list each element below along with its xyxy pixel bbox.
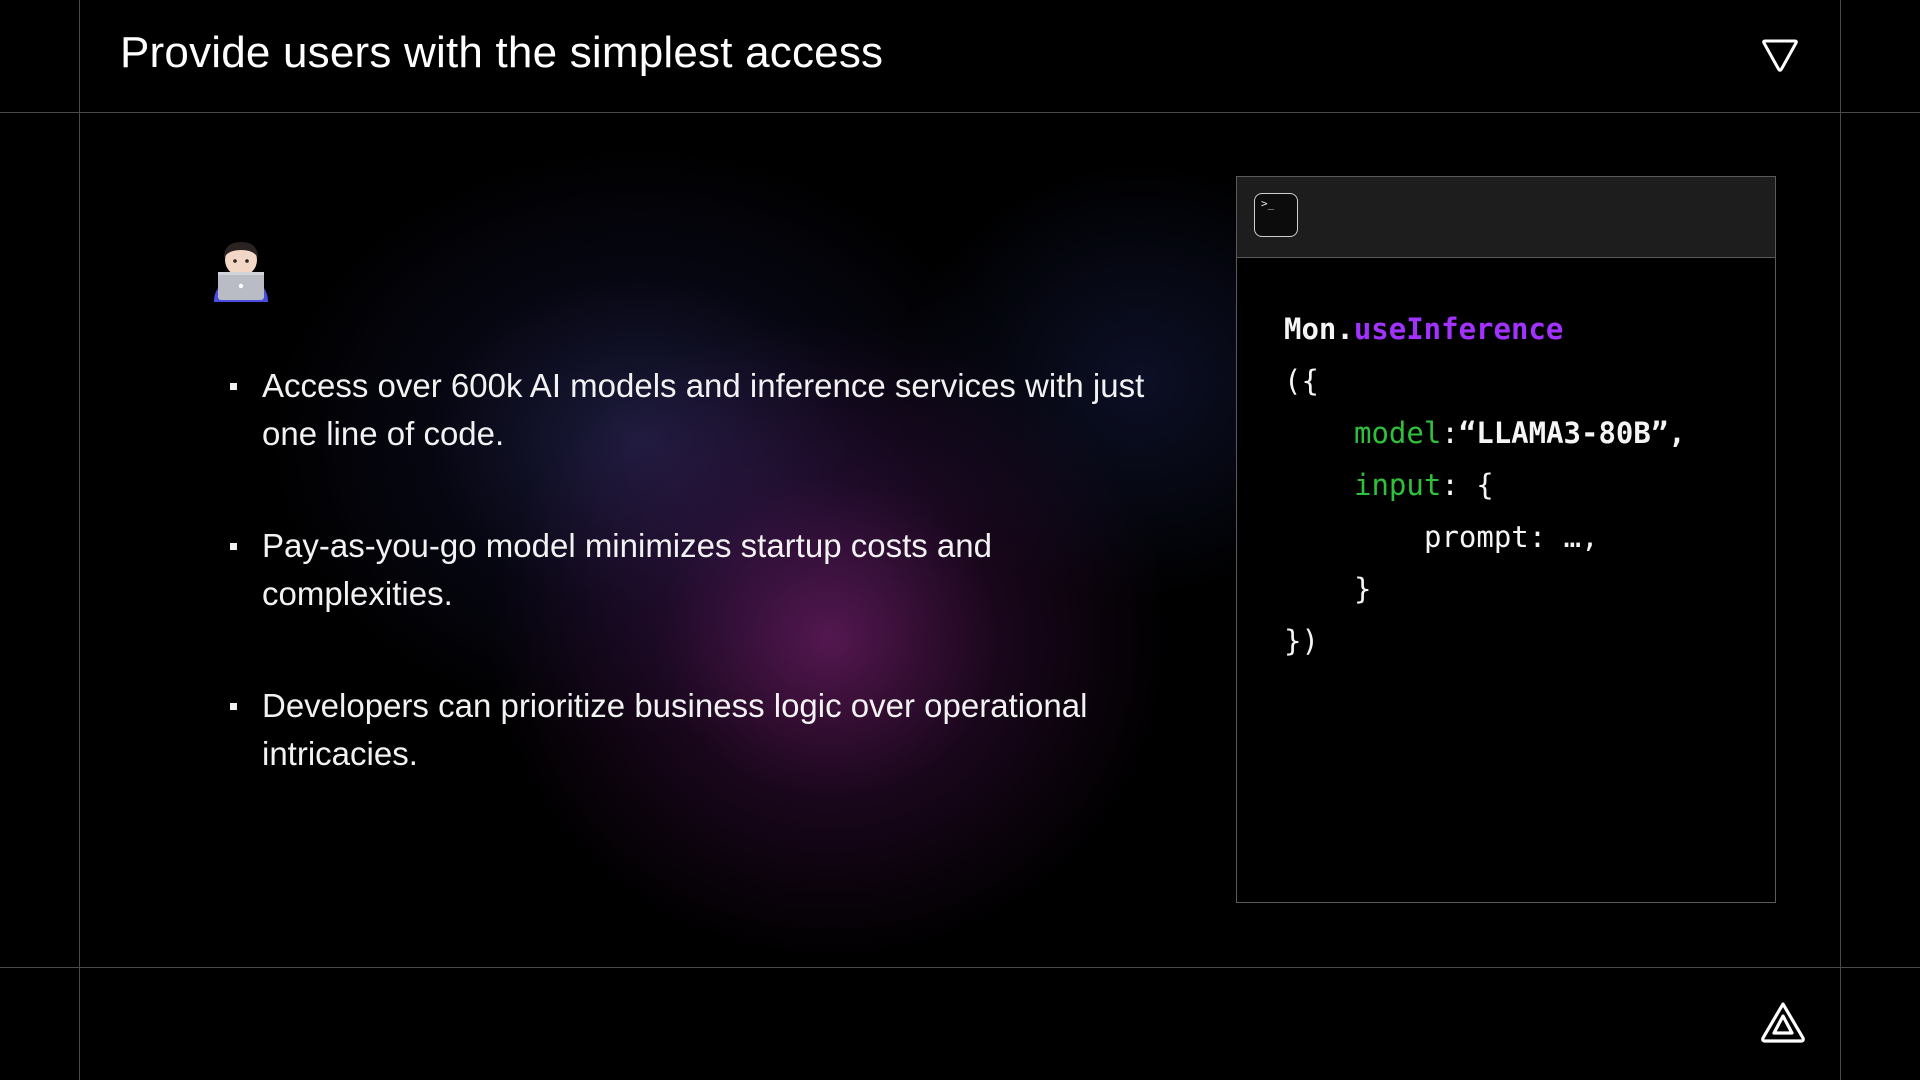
header-divider [0,112,1920,113]
code-line: prompt: …, [1284,511,1686,563]
code-close-inner: } [1354,572,1372,606]
code-prompt: prompt: …, [1424,520,1599,554]
list-item: Access over 600k AI models and inference… [228,362,1148,458]
code-line: }) [1284,615,1686,667]
bullet-marker [230,383,237,390]
terminal-prompt-glyph: >_ [1261,197,1275,210]
code-line: model:“LLAMA3-80B”, [1284,407,1686,459]
code-window: >_ Mon.useInference ({ model:“LLAMA3-80B… [1236,176,1776,903]
code-line: Mon.useInference [1284,303,1686,355]
triangle-down-logo-icon [1762,39,1798,72]
code-object: Mon. [1284,312,1354,346]
footer-divider [0,967,1920,968]
code-input-key: input [1354,468,1442,502]
code-model-sep: : [1441,416,1459,450]
code-line: ({ [1284,355,1686,407]
code-open: ({ [1284,364,1319,398]
code-line: input: { [1284,459,1686,511]
code-method: useInference [1353,312,1564,346]
code-model-key: model [1354,416,1442,450]
terminal-icon[interactable]: >_ [1254,193,1298,237]
triangle-up-logo-icon [1761,1002,1805,1043]
technologist-emoji-icon [214,242,268,302]
bullet-text: Developers can prioritize business logic… [262,687,1088,772]
bullet-text: Pay-as-you-go model minimizes startup co… [262,527,992,612]
list-item: Developers can prioritize business logic… [228,682,1148,778]
list-item: Pay-as-you-go model minimizes startup co… [228,522,1148,618]
bullet-text: Access over 600k AI models and inference… [262,367,1145,452]
bullet-marker [230,703,237,710]
code-window-header: >_ [1237,177,1775,258]
code-close: }) [1284,624,1319,658]
left-guide-line [79,0,80,1080]
code-line: } [1284,563,1686,615]
code-model-value: “LLAMA3-80B”, [1458,416,1686,450]
bullet-marker [230,543,237,550]
right-guide-line [1840,0,1841,1080]
code-input-rest: : { [1441,468,1494,502]
slide-title: Provide users with the simplest access [120,28,884,77]
code-snippet: Mon.useInference ({ model:“LLAMA3-80B”, … [1284,303,1686,667]
feature-list: Access over 600k AI models and inference… [228,362,1148,842]
